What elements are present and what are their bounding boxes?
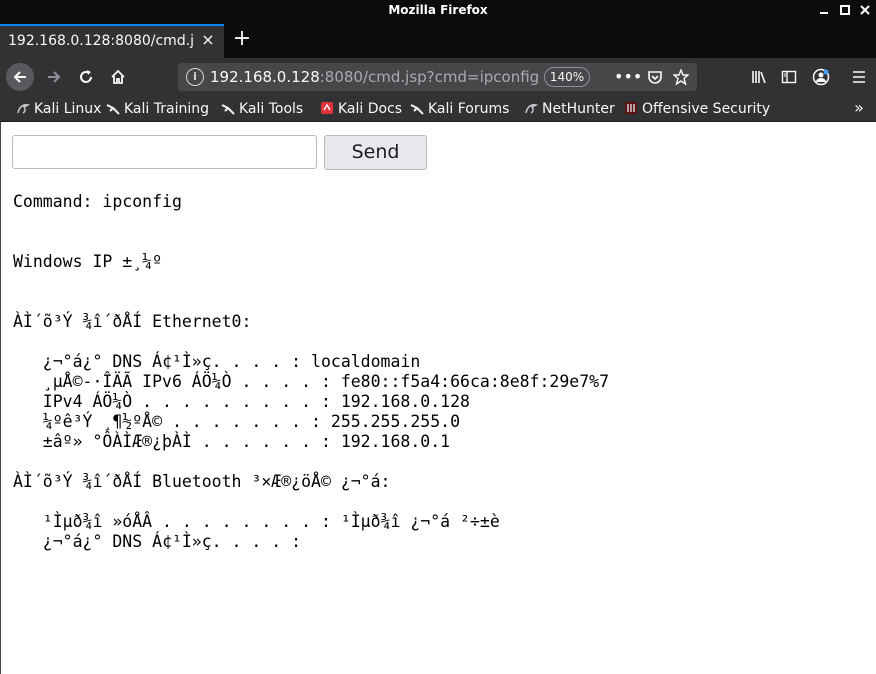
- bookmark-nethunter[interactable]: NetHunter: [524, 99, 615, 119]
- output-line: ¿¬°á¿° DNS Á¢¹Ì»ç. . . . :: [13, 532, 302, 551]
- bookmark-label: Offensive Security: [642, 101, 771, 117]
- output-line: ¸µÅ©-·ÎÄÃ IPv6 ÁÖ¼Ò . . . . : fe80::f5a4…: [13, 372, 610, 391]
- maximize-icon[interactable]: [835, 1, 855, 21]
- forward-arrow-icon[interactable]: [40, 63, 68, 91]
- tab-cmd-jsp[interactable]: 192.168.0.128:8080/cmd.jsp ×: [0, 24, 224, 58]
- output-line: ¹Ìµð¾î »óÅÂ . . . . . . . . : ¹Ìµð¾î ¿¬°…: [13, 512, 500, 531]
- kali-dragon-icon: [106, 101, 120, 115]
- page-content: Send Command: ipconfig Windows IP ±¸¼º À…: [0, 122, 876, 674]
- nethunter-icon: [524, 101, 539, 115]
- window-titlebar: Mozilla Firefox: [0, 0, 876, 22]
- close-window-icon[interactable]: [855, 1, 875, 21]
- minimize-icon[interactable]: [814, 1, 834, 21]
- bookmark-kali-forums[interactable]: Kali Forums: [410, 99, 509, 119]
- kali-docs-icon: [320, 101, 334, 115]
- url-path: :8080/cmd.jsp?cmd=ipconfig: [319, 68, 540, 86]
- tab-close-icon[interactable]: ×: [200, 32, 216, 48]
- bookmark-kali-linux[interactable]: Kali Linux: [16, 99, 101, 119]
- new-tab-icon[interactable]: +: [230, 28, 254, 52]
- page-actions-icon[interactable]: •••: [614, 66, 642, 88]
- command-input[interactable]: [12, 135, 317, 169]
- command-output: Command: ipconfig Windows IP ±¸¼º ÀÌ´õ³Ý…: [13, 192, 609, 552]
- library-icon[interactable]: [746, 64, 772, 90]
- bookmark-label: Kali Training: [124, 101, 209, 117]
- kali-dragon-icon: [221, 101, 235, 115]
- pocket-icon[interactable]: [644, 66, 666, 88]
- url-text[interactable]: 192.168.0.128:8080/cmd.jsp?cmd=ipconfig: [210, 68, 539, 86]
- send-button[interactable]: Send: [324, 135, 427, 170]
- zoom-level-badge[interactable]: 140%: [544, 67, 590, 87]
- reload-icon[interactable]: [72, 63, 100, 91]
- navigation-toolbar: i 192.168.0.128:8080/cmd.jsp?cmd=ipconfi…: [0, 58, 876, 96]
- offsec-icon: [624, 101, 638, 115]
- bookmark-kali-tools[interactable]: Kali Tools: [221, 99, 303, 119]
- bookmark-star-icon[interactable]: [670, 66, 692, 88]
- window-title: Mozilla Firefox: [388, 3, 488, 17]
- output-line: IPv4 ÁÖ¼Ò . . . . . . . . . : 192.168.0.…: [13, 392, 470, 411]
- output-line: Command: ipconfig: [13, 192, 182, 211]
- kali-dragon-icon: [410, 101, 424, 115]
- kali-dragon-icon: [16, 101, 31, 115]
- tab-label: 192.168.0.128:8080/cmd.jsp: [8, 33, 194, 49]
- sidebar-icon[interactable]: [776, 64, 802, 90]
- output-line: ¼­ºê³Ý ¸¶½ºÅ© . . . . . . . : 255.255.25…: [13, 412, 461, 431]
- bookmark-label: Kali Tools: [239, 101, 304, 117]
- output-line: ÀÌ´õ³Ý ¾î´ðÅÍ Bluetooth ³×Æ®¿öÅ© ¿¬°á:: [13, 472, 391, 491]
- output-line: ¿¬°á¿° DNS Á¢¹Ì»ç. . . . : localdomain: [13, 352, 421, 371]
- bookmarks-overflow-icon[interactable]: »: [848, 98, 870, 117]
- bookmark-label: NetHunter: [542, 101, 615, 117]
- hamburger-menu-icon[interactable]: [846, 64, 872, 90]
- output-line: Windows IP ±¸¼º: [13, 252, 163, 271]
- output-line: ÀÌ´õ³Ý ¾î´ðÅÍ Ethernet0:: [13, 312, 252, 331]
- output-line: ±âº» °ÔÀÌÆ®¿þÀÌ . . . . . . : 192.168.0.…: [13, 432, 451, 451]
- url-host: 192.168.0.128: [210, 68, 320, 86]
- bookmark-kali-docs[interactable]: Kali Docs: [320, 99, 402, 119]
- bookmark-offensive-security[interactable]: Offensive Security: [624, 99, 770, 119]
- back-arrow-icon[interactable]: [6, 63, 34, 91]
- account-icon[interactable]: [808, 64, 834, 90]
- home-icon[interactable]: [104, 63, 132, 91]
- bookmark-label: Kali Docs: [338, 101, 403, 117]
- tab-strip: 192.168.0.128:8080/cmd.jsp × +: [0, 22, 876, 58]
- bookmark-kali-training[interactable]: Kali Training: [106, 99, 209, 119]
- url-bar[interactable]: i 192.168.0.128:8080/cmd.jsp?cmd=ipconfi…: [178, 63, 697, 91]
- bookmarks-toolbar: Kali Linux Kali Training Kali Tools Kali…: [0, 96, 876, 122]
- bookmark-label: Kali Linux: [34, 101, 102, 117]
- bookmark-label: Kali Forums: [428, 101, 510, 117]
- site-info-icon[interactable]: i: [186, 68, 204, 86]
